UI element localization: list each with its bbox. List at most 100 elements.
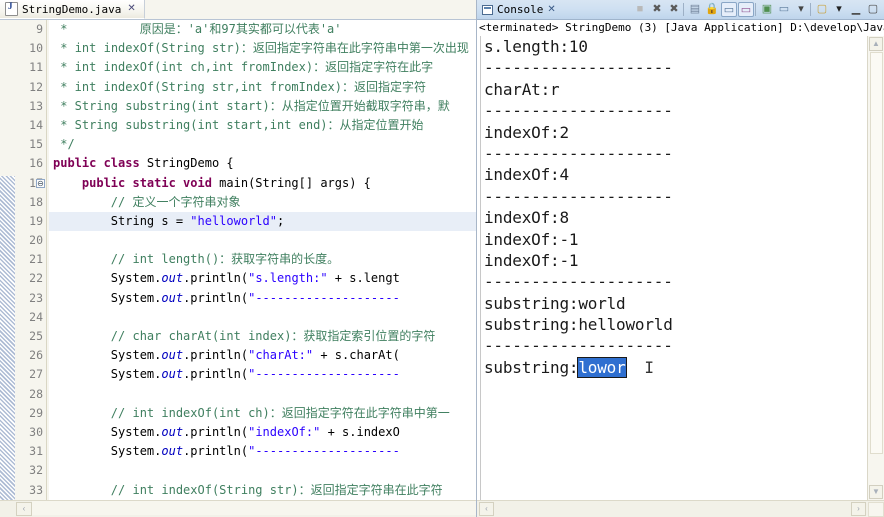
editor-annotation-gutter[interactable]	[0, 20, 15, 500]
line-number: 14	[29, 117, 43, 132]
remove-launch-button[interactable]: ✖	[649, 2, 665, 17]
code-line[interactable]: // int indexOf(String str)：返回指定字符串在此字符	[49, 481, 476, 500]
eclipse-ide-window: StringDemo.java ✕ 910111213141516⊖171819…	[0, 0, 884, 517]
code-token: //	[53, 194, 133, 209]
code-line[interactable]: // int length()：获取字符串的长度。	[49, 250, 476, 269]
minimize-button[interactable]: ▁	[848, 2, 864, 17]
code-token: 原因是：'a'和97其实都可以代表'a'	[139, 22, 342, 36]
console-output-line: s.length:10	[484, 37, 588, 56]
console-vscroll-down-arrow[interactable]: ▼	[869, 485, 883, 499]
code-token: ;	[276, 213, 285, 228]
console-output-line: indexOf:2	[484, 122, 569, 142]
code-line[interactable]: // char charAt(int index)：获取指定索引位置的字符	[49, 327, 476, 346]
clear-console-button[interactable]: ▤	[687, 2, 703, 17]
code-token: System.	[53, 290, 162, 305]
code-token: // int indexOf(String str)	[53, 482, 299, 497]
line-number: 22	[29, 271, 43, 286]
line-number: 29	[29, 405, 43, 420]
code-line[interactable]	[49, 308, 476, 327]
console-horizontal-scrollbar[interactable]: ‹ ›	[477, 500, 884, 517]
code-line[interactable]: System.out.println("--------------------	[49, 289, 476, 308]
code-token: System.	[53, 424, 162, 439]
code-token: "--------------------	[248, 367, 400, 382]
code-line[interactable]: System.out.println("--------------------	[49, 442, 476, 461]
code-line[interactable]: System.out.println("indexOf:" + s.indexO	[49, 423, 476, 442]
code-token: // int indexOf(int ch)	[53, 405, 270, 420]
code-line[interactable]: // 定义一个字符串对象	[49, 193, 476, 212]
code-token: * String substring(int start)	[53, 98, 270, 113]
terminate-button[interactable]: ■	[632, 2, 648, 17]
code-token: "--------------------	[248, 290, 400, 305]
code-line[interactable]: */	[49, 135, 476, 154]
console-output-line: --------------------	[484, 58, 673, 78]
editor-tab-stringdemo[interactable]: StringDemo.java ✕	[0, 0, 145, 19]
code-line[interactable]: public class StringDemo {	[49, 154, 476, 173]
code-token: int	[74, 41, 97, 56]
view-menu-button[interactable]: ▾	[793, 2, 809, 17]
code-line[interactable]: * int indexOf(String str)：返回指定字符串在此字符串中第…	[49, 39, 476, 58]
console-output-line: charAt:r	[484, 79, 560, 99]
line-number: 9	[36, 22, 43, 36]
remove-all-terminated-button[interactable]: ✖	[666, 2, 682, 17]
console-hscroll-left-arrow[interactable]: ‹	[479, 502, 494, 516]
selected-text[interactable]: lowor	[577, 356, 627, 378]
code-line[interactable]	[49, 385, 476, 404]
code-line[interactable]: * String substring(int start)：从指定位置开始截取字…	[49, 97, 476, 116]
code-token: .println(	[183, 290, 249, 305]
open-console-button[interactable]: ▣	[759, 2, 775, 17]
console-output-text[interactable]: s.length:10 -------------------- charAt:r -…	[481, 36, 867, 500]
console-hscroll-right-arrow[interactable]: ›	[851, 502, 866, 516]
code-token: "s.length:"	[248, 271, 328, 286]
code-line[interactable]: * String substring(int start,int end)：从指…	[49, 116, 476, 135]
tab-console[interactable]: Console ✕	[477, 0, 562, 19]
console-vscroll-up-arrow[interactable]: ▲	[869, 37, 883, 51]
code-line[interactable]: System.out.println("--------------------	[49, 365, 476, 384]
code-line[interactable]: * int indexOf(String str,int fromIndex)：…	[49, 78, 476, 97]
code-line[interactable]: public static void main(String[] args) {	[49, 174, 476, 193]
toolbar-separator-2	[755, 3, 758, 16]
code-line[interactable]	[49, 461, 476, 480]
code-token: public class	[53, 156, 140, 171]
code-token: // char charAt(int index)	[53, 329, 292, 343]
line-number: 13	[29, 98, 43, 113]
code-line[interactable]: // int indexOf(int ch)：返回指定字符在此字符串中第一	[49, 404, 476, 423]
close-icon[interactable]: ✕	[547, 4, 555, 15]
console-icon	[482, 4, 493, 15]
scroll-lock-button[interactable]: 🔒	[704, 2, 720, 17]
code-token: * int indexOf(String str,int fromIndex)	[53, 79, 342, 94]
code-line[interactable]: * 原因是：'a'和97其实都可以代表'a'	[49, 20, 476, 39]
toolbar-separator-1	[683, 3, 686, 16]
code-line[interactable]	[49, 231, 476, 250]
console-vscroll-thumb[interactable]	[869, 52, 883, 454]
code-line[interactable]: * int indexOf(int ch,int fromIndex)：返回指定…	[49, 58, 476, 77]
line-number: 26	[29, 348, 43, 363]
pin-console-button[interactable]: ▭	[721, 2, 737, 17]
editor-hscroll-left-arrow[interactable]: ‹	[16, 502, 32, 516]
editor-hscroll-track[interactable]	[32, 501, 476, 515]
code-token: StringDemo {	[139, 156, 234, 171]
editor-horizontal-scrollbar[interactable]: ‹	[0, 500, 476, 517]
code-line[interactable]: System.out.println("s.length:" + s.lengt	[49, 269, 476, 288]
code-token: .println(	[183, 444, 249, 459]
line-number: 24	[29, 309, 43, 324]
new-console-view-button[interactable]: ▭	[776, 2, 792, 17]
display-selected-console-button[interactable]: ▭	[738, 2, 754, 17]
code-line[interactable]: String s = "helloworld";	[49, 211, 476, 232]
code-line[interactable]: System.out.println("charAt:" + s.charAt(	[49, 346, 476, 365]
dropdown-arrow-button[interactable]: ▾	[831, 2, 847, 17]
line-number: 33	[29, 482, 43, 497]
console-output-line: --------------------	[484, 101, 673, 121]
fold-collapse-icon[interactable]: ⊖	[36, 178, 45, 188]
code-token: + s.charAt(	[313, 348, 400, 363]
code-area[interactable]: * 原因是：'a'和97其实都可以代表'a' * int indexOf(Str…	[49, 20, 476, 500]
code-token: System.	[53, 444, 162, 459]
code-token: ：返回指定字符在此字	[313, 60, 434, 75]
close-icon[interactable]: ✕	[127, 4, 135, 14]
new-folder-button[interactable]: ▢	[814, 2, 830, 17]
maximize-button[interactable]: ▢	[865, 2, 881, 17]
line-number: 15	[29, 137, 43, 152]
line-number: 27	[29, 367, 43, 382]
console-tab-bar: Console ✕ ■ ✖ ✖ ▤ 🔒 ▭ ▭ ▣ ▭ ▾ ▢ ▾ ▁ ▢	[477, 0, 884, 20]
code-token: System.	[53, 271, 162, 286]
console-vertical-scrollbar[interactable]: ▲ ▼	[867, 36, 884, 500]
